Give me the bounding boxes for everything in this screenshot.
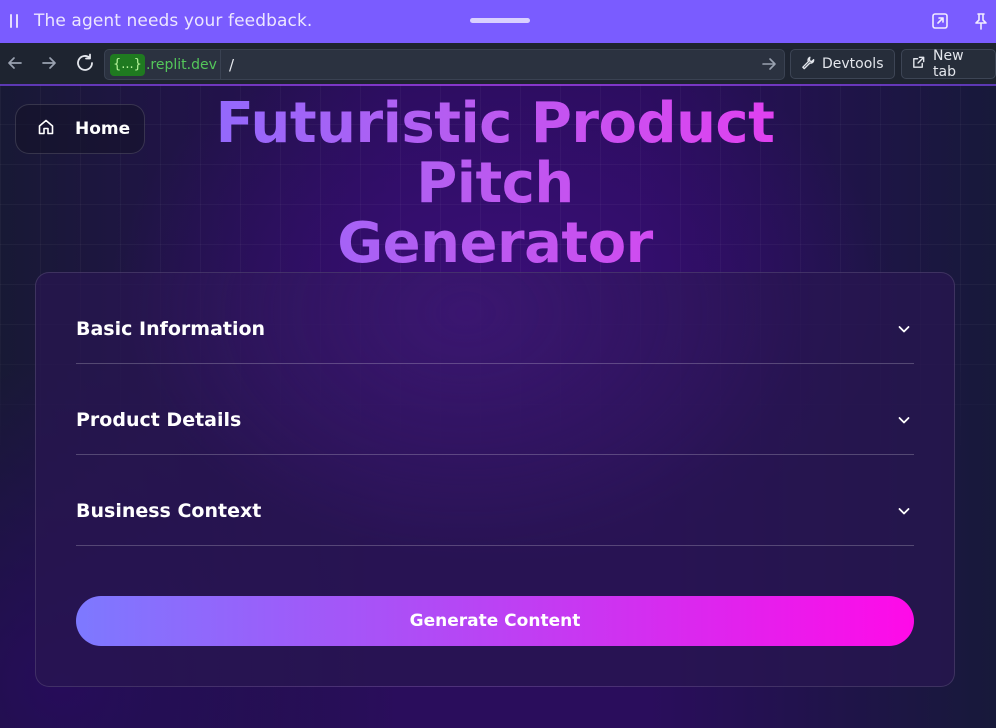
browser-toolbar: {...} .replit.dev / Devtools New tab <box>0 43 996 84</box>
app-page: Home Futuristic Product Pitch Generator … <box>0 84 996 728</box>
url-host-domain: .replit.dev <box>145 56 217 73</box>
wrench-icon <box>800 55 815 74</box>
forward-arrow-icon[interactable] <box>38 52 60 74</box>
accordion-business-context[interactable]: Business Context <box>76 455 914 546</box>
url-host-badge: {...} <box>110 53 145 76</box>
pause-icon[interactable] <box>9 14 19 28</box>
banner-message: The agent needs your feedback. <box>34 11 313 31</box>
generate-content-button[interactable]: Generate Content <box>76 596 914 646</box>
accordion-label: Basic Information <box>76 318 266 340</box>
drag-handle[interactable] <box>470 18 530 23</box>
pin-icon[interactable] <box>971 11 991 31</box>
address-bar[interactable]: {...} .replit.dev / <box>104 49 785 80</box>
new-tab-label: New tab <box>933 48 964 80</box>
new-tab-button[interactable]: New tab <box>901 48 996 80</box>
chevron-down-icon[interactable] <box>896 412 912 428</box>
accordion-basic-information[interactable]: Basic Information <box>76 273 914 364</box>
chevron-down-icon[interactable] <box>896 503 912 519</box>
home-button[interactable]: Home <box>15 104 145 154</box>
devtools-button[interactable]: Devtools <box>790 49 895 79</box>
external-link-icon <box>911 55 926 74</box>
home-icon <box>37 118 55 141</box>
home-label: Home <box>75 119 131 139</box>
devtools-label: Devtools <box>822 56 884 72</box>
go-arrow-icon[interactable] <box>760 55 778 73</box>
back-arrow-icon[interactable] <box>4 52 26 74</box>
accordion-label: Business Context <box>76 500 262 522</box>
open-external-icon[interactable] <box>930 11 950 31</box>
page-title: Futuristic Product Pitch Generator <box>150 94 840 274</box>
accordion-product-details[interactable]: Product Details <box>76 364 914 455</box>
pitch-form-card: Basic Information Product Details Busine… <box>35 272 955 687</box>
reload-icon[interactable] <box>74 52 96 74</box>
page-title-line1: Futuristic Product Pitch <box>215 91 775 216</box>
accordion-label: Product Details <box>76 409 242 431</box>
top-accent-line <box>0 84 996 86</box>
page-title-line2: Generator <box>337 211 653 276</box>
chevron-down-icon[interactable] <box>896 321 912 337</box>
agent-feedback-banner: The agent needs your feedback. <box>0 0 996 43</box>
url-host: {...} .replit.dev <box>105 50 221 79</box>
url-path[interactable]: / <box>229 56 234 74</box>
